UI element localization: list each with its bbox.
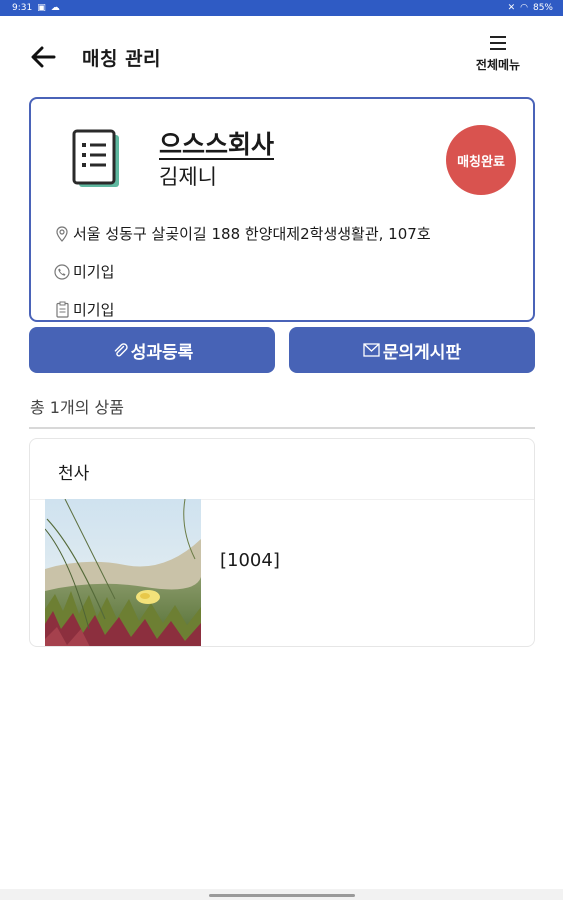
app-header: 매칭 관리 전체메뉴 (0, 16, 563, 94)
flower-photo-icon (45, 499, 201, 646)
clipboard-icon (53, 301, 71, 319)
document-list-icon (72, 129, 119, 187)
paperclip-icon (111, 341, 129, 359)
business-no-row: 미기입 (53, 299, 114, 320)
business-no-text: 미기입 (73, 301, 115, 319)
phone-text: 미기입 (73, 263, 115, 281)
product-image (45, 499, 201, 646)
inquiry-board-button[interactable]: 문의게시판 (289, 327, 535, 373)
envelope-icon (363, 341, 381, 359)
manager-name: 김제니 (159, 165, 217, 189)
mute-icon: ✕ (507, 2, 516, 13)
status-time: 9:31 (12, 3, 33, 13)
company-card: 으스스회사 김제니 매칭완료 서울 성동구 살곶이길 188 한양대제2학생생활… (29, 97, 535, 322)
section-divider (29, 427, 535, 429)
arrow-left-icon (31, 46, 56, 68)
hamburger-icon (490, 36, 506, 50)
page-title: 매칭 관리 (82, 48, 162, 70)
register-performance-button[interactable]: 성과등록 (29, 327, 275, 373)
gallery-icon: ▣ (37, 2, 46, 13)
product-card[interactable]: 천사 [1004] (29, 438, 535, 647)
status-bar: 9:31 ▣ ☁ ✕ ◠ 85% (0, 0, 563, 16)
phone-row: 미기입 (53, 261, 114, 282)
company-name: 으스스회사 (159, 125, 275, 161)
full-menu-button[interactable]: 전체메뉴 (467, 34, 529, 82)
home-indicator[interactable] (209, 894, 355, 897)
inquiry-board-label: 문의게시판 (382, 342, 462, 363)
back-button[interactable] (26, 40, 60, 74)
phone-icon (53, 263, 71, 281)
full-menu-label: 전체메뉴 (475, 58, 521, 72)
product-count: 총 1개의 상품 (30, 398, 124, 417)
product-code: [1004] (220, 550, 280, 571)
address-text: 서울 성동구 살곶이길 188 한양대제2학생생활관, 107호 (73, 225, 431, 243)
register-performance-label: 성과등록 (130, 342, 194, 363)
wifi-icon: ◠ (520, 2, 528, 13)
map-pin-icon (53, 225, 71, 243)
address-row: 서울 성동구 살곶이길 188 한양대제2학생생활관, 107호 (53, 223, 431, 244)
battery-level: 85% (532, 3, 553, 13)
match-status-badge: 매칭완료 (446, 125, 516, 195)
product-category: 천사 (58, 464, 90, 484)
cloud-icon: ☁ (50, 2, 60, 13)
